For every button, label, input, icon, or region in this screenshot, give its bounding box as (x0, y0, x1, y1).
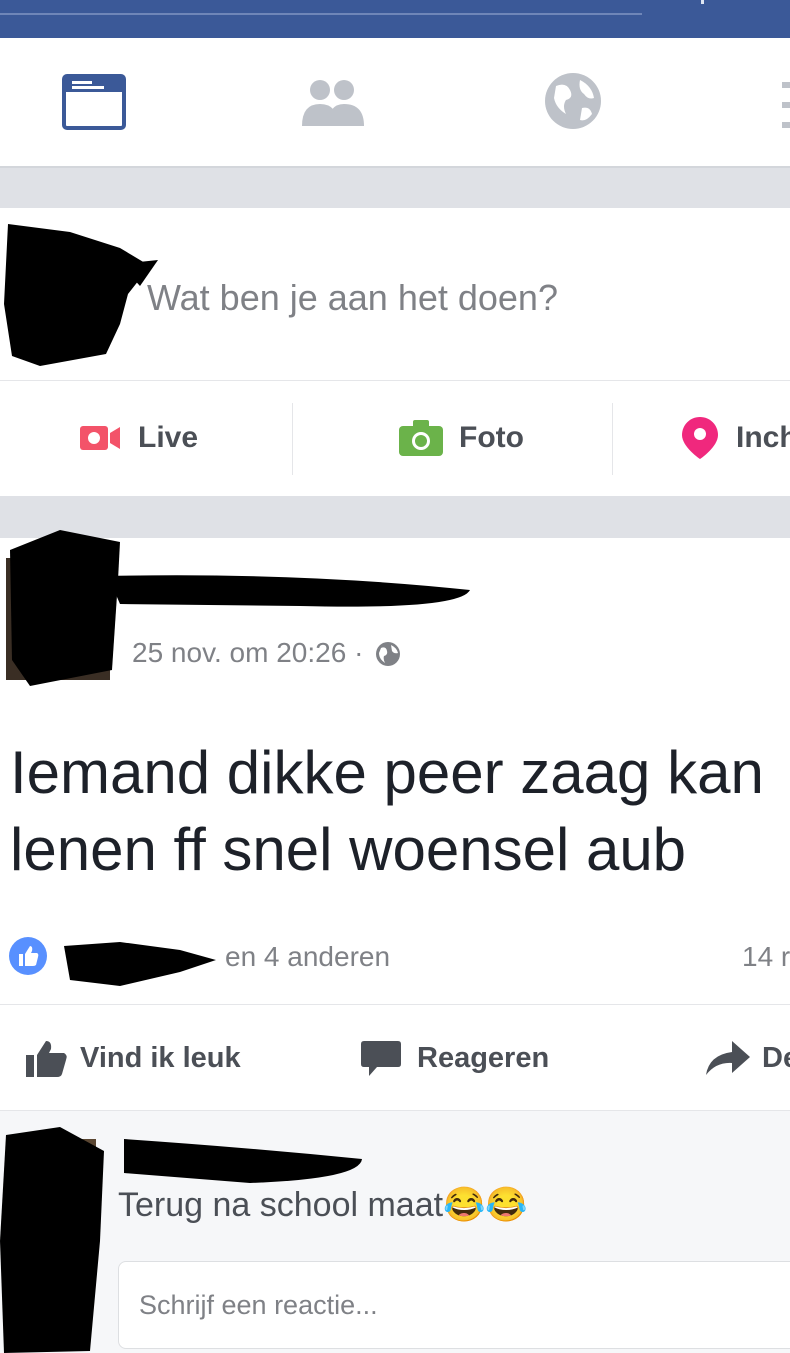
like-reaction-icon (9, 937, 47, 975)
news-feed-icon[interactable] (62, 74, 126, 135)
action-divider (612, 403, 613, 475)
reactions-summary[interactable]: en 4 anderen (225, 941, 390, 973)
share-label: De (762, 1041, 790, 1074)
live-label: Live (138, 421, 199, 454)
post-body-line: Iemand dikke peer zaag kan (10, 739, 764, 806)
section-separator (0, 168, 790, 208)
public-globe-icon (376, 642, 401, 666)
reply-placeholder: Schrijf een reactie... (139, 1290, 378, 1320)
search-bar-underline (0, 13, 642, 15)
comment-button[interactable]: Reageren (361, 1018, 549, 1098)
camera-icon (399, 420, 443, 456)
composer-actions: Live Foto Inch (0, 380, 790, 495)
feed-post: 25 nov. om 20:26 · Iemand dikke peer zaa… (0, 530, 790, 1110)
comment-bubble-icon (361, 1041, 401, 1076)
photo-label: Foto (459, 421, 524, 454)
post-body: Iemand dikke peer zaag kan lenen ff snel… (10, 734, 790, 888)
globe-icon[interactable] (544, 72, 602, 135)
like-label: Vind ik leuk (80, 1041, 241, 1074)
post-timestamp[interactable]: 25 nov. om 20:26 · (132, 637, 401, 669)
timestamp-text: 25 nov. om 20:26 · (132, 637, 364, 668)
checkin-label: Inch (736, 421, 790, 454)
more-icon[interactable] (782, 82, 790, 135)
post-divider (0, 1004, 790, 1005)
comment-count[interactable]: 14 r (742, 941, 790, 973)
navigation-tabs (0, 38, 790, 168)
redacted-names (64, 942, 216, 986)
photo-button[interactable]: Foto (399, 381, 524, 495)
live-button[interactable]: Live (80, 381, 198, 495)
post-body-line: lenen ff snel woensel aub (10, 816, 687, 883)
friends-icon[interactable] (300, 78, 366, 133)
like-button[interactable]: Vind ik leuk (26, 1018, 241, 1098)
thumbs-up-icon (26, 1041, 67, 1077)
action-divider (292, 403, 293, 475)
reply-input[interactable]: Schrijf een reactie... (118, 1261, 790, 1349)
status-composer[interactable]: Wat ben je aan het doen? (0, 208, 790, 378)
location-pin-icon (682, 417, 718, 459)
checkin-button[interactable]: Inch (682, 381, 790, 495)
comments-section: Terug na school maat😂😂 Schrijf een react… (0, 1110, 790, 1353)
top-bar (0, 0, 790, 38)
comment-text: Terug na school maat😂😂 (118, 1186, 528, 1224)
share-button[interactable]: De (706, 1018, 790, 1098)
top-bar-icon-fragment (701, 0, 704, 4)
redacted-avatar (4, 224, 158, 366)
share-arrow-icon (706, 1041, 750, 1075)
composer-placeholder[interactable]: Wat ben je aan het doen? (147, 277, 558, 319)
comment-label: Reageren (417, 1041, 550, 1074)
video-camera-icon (80, 426, 120, 450)
